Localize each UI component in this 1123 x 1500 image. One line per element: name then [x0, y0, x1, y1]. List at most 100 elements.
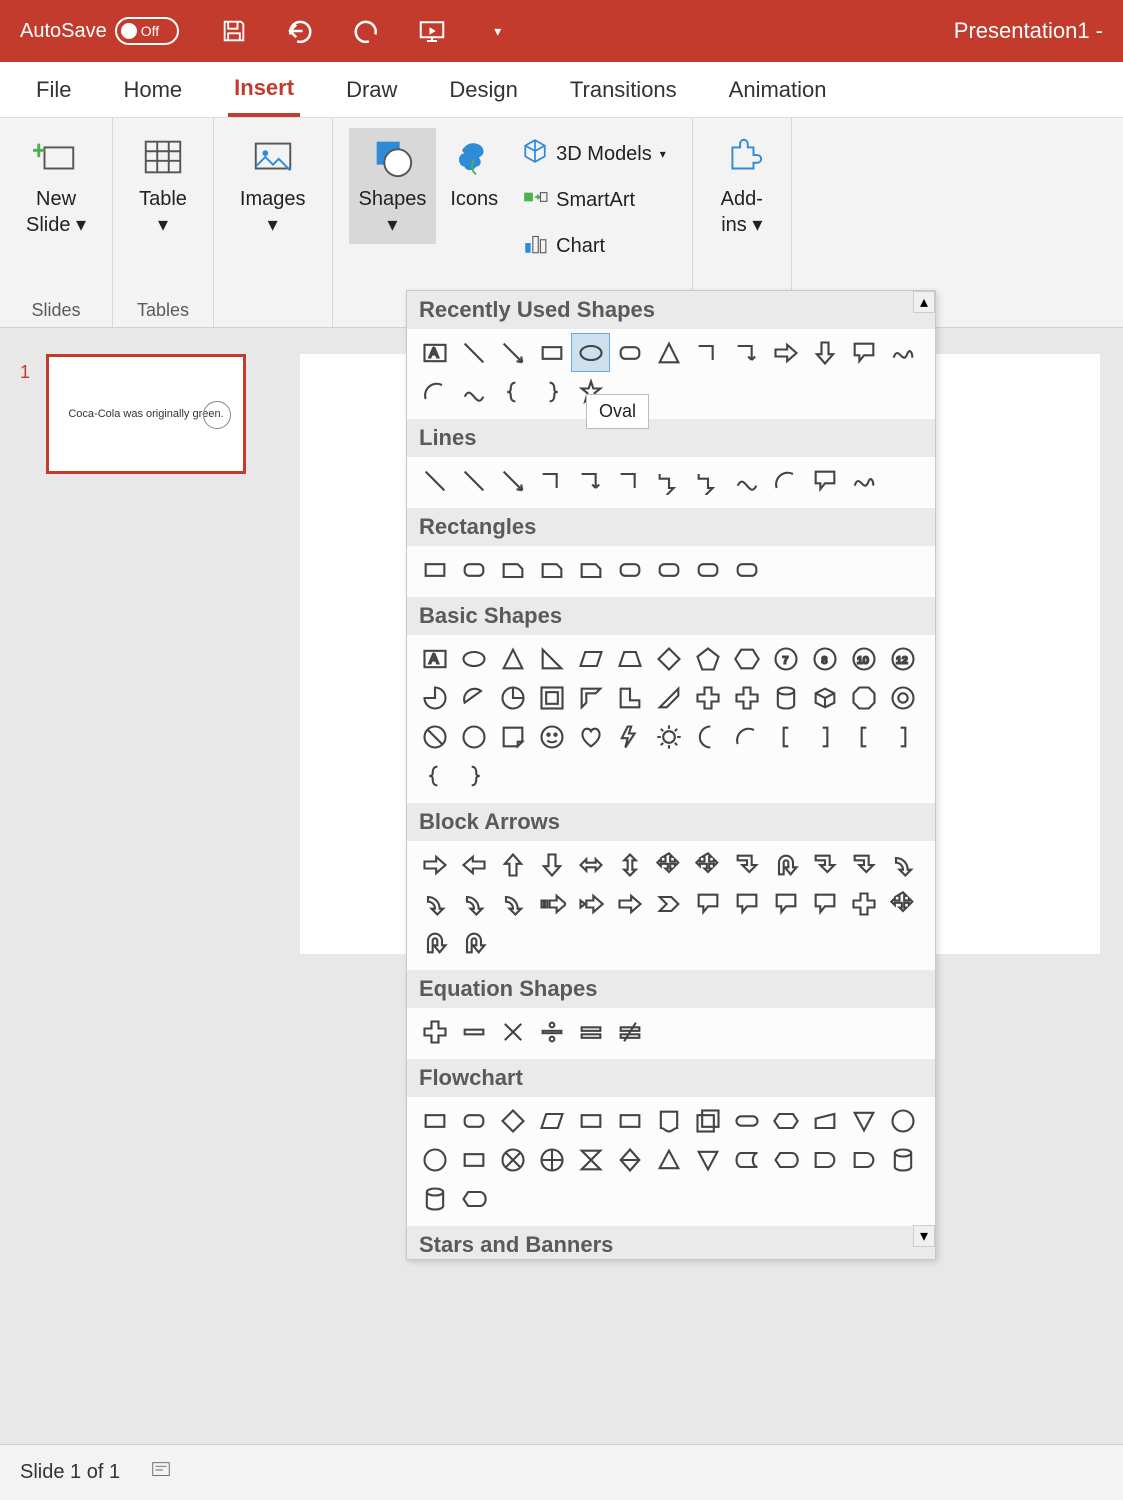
- shape-uarrow[interactable]: [493, 845, 532, 884]
- scroll-down-button[interactable]: ▾: [913, 1225, 935, 1247]
- shape-parallelogram[interactable]: [571, 639, 610, 678]
- shape-rarrow[interactable]: [610, 884, 649, 923]
- shape-heart[interactable]: [571, 717, 610, 756]
- shape-cube[interactable]: [805, 678, 844, 717]
- shape-rarrow[interactable]: [766, 333, 805, 372]
- shape-textbox[interactable]: A: [415, 639, 454, 678]
- shape-arrowline[interactable]: [493, 461, 532, 500]
- shape-halfframe[interactable]: [571, 678, 610, 717]
- shape-can[interactable]: [883, 1140, 922, 1179]
- shape-arrowline[interactable]: [493, 333, 532, 372]
- shape-notched[interactable]: [571, 884, 610, 923]
- shape-can[interactable]: [415, 1179, 454, 1218]
- shape-storeddata[interactable]: [727, 1140, 766, 1179]
- shape-elbow[interactable]: [610, 461, 649, 500]
- more-icon[interactable]: ▾: [483, 16, 513, 46]
- shape-octagon[interactable]: 8: [805, 639, 844, 678]
- shape-lbracket[interactable]: [766, 717, 805, 756]
- shape-bolt[interactable]: [610, 717, 649, 756]
- shape-quad[interactable]: [883, 884, 922, 923]
- tab-insert[interactable]: Insert: [228, 63, 300, 117]
- shape-plus[interactable]: [727, 678, 766, 717]
- shape-pentagon[interactable]: [688, 639, 727, 678]
- shape-equals[interactable]: [571, 1012, 610, 1051]
- thumbnail-row[interactable]: 1 Coca-Cola was originally green.: [20, 354, 280, 474]
- shape-rect[interactable]: [532, 333, 571, 372]
- shape-lbrace[interactable]: [415, 756, 454, 795]
- shape-roundrect[interactable]: [649, 550, 688, 589]
- shape-rect[interactable]: [415, 550, 454, 589]
- shape-curve[interactable]: [454, 372, 493, 411]
- shape-elbowarr[interactable]: [727, 333, 766, 372]
- table-button[interactable]: Table▾: [129, 128, 197, 244]
- shape-curve[interactable]: [727, 461, 766, 500]
- save-icon[interactable]: [219, 16, 249, 46]
- icons-button[interactable]: Icons: [440, 128, 508, 218]
- shape-snip[interactable]: [532, 550, 571, 589]
- shape-rarrow[interactable]: [415, 845, 454, 884]
- smartart-button[interactable]: SmartArt: [512, 180, 676, 220]
- addins-button[interactable]: Add- ins ▾: [709, 128, 775, 244]
- shape-line[interactable]: [454, 333, 493, 372]
- shape-summing[interactable]: [493, 1140, 532, 1179]
- tab-home[interactable]: Home: [117, 65, 188, 115]
- shape-callout[interactable]: [688, 884, 727, 923]
- shape-connector[interactable]: [649, 461, 688, 500]
- shape-callout[interactable]: [805, 884, 844, 923]
- shape-roundrect[interactable]: [454, 550, 493, 589]
- shape-connector[interactable]: [688, 461, 727, 500]
- shape-rbrace[interactable]: [454, 756, 493, 795]
- shape-circle[interactable]: 10: [844, 639, 883, 678]
- shape-circle[interactable]: [415, 1140, 454, 1179]
- shape-larrow[interactable]: [454, 845, 493, 884]
- shape-scribble[interactable]: [883, 333, 922, 372]
- shape-curvedarr[interactable]: [454, 884, 493, 923]
- shape-merge[interactable]: [688, 1140, 727, 1179]
- images-button[interactable]: Images▾: [230, 128, 316, 244]
- scroll-up-button[interactable]: ▴: [913, 291, 935, 313]
- shape-uturn[interactable]: [766, 845, 805, 884]
- shape-bent[interactable]: [727, 845, 766, 884]
- new-slide-button[interactable]: New Slide ▾: [16, 128, 96, 244]
- shape-elbow[interactable]: [532, 461, 571, 500]
- shape-manualinput[interactable]: [805, 1101, 844, 1140]
- shape-uturn[interactable]: [415, 923, 454, 962]
- shape-lrarrow[interactable]: [571, 845, 610, 884]
- shape-quad[interactable]: [688, 845, 727, 884]
- shape-collate[interactable]: [571, 1140, 610, 1179]
- shape-righttri[interactable]: [532, 639, 571, 678]
- shape-callout[interactable]: [727, 884, 766, 923]
- shape-roundrect[interactable]: [454, 1101, 493, 1140]
- shape-elbow[interactable]: [688, 333, 727, 372]
- shape-curvedarr[interactable]: [883, 845, 922, 884]
- shape-plus[interactable]: [415, 1012, 454, 1051]
- shape-callout[interactable]: [766, 884, 805, 923]
- undo-icon[interactable]: [285, 16, 315, 46]
- tab-transitions[interactable]: Transitions: [564, 65, 683, 115]
- tab-file[interactable]: File: [30, 65, 77, 115]
- shape-bent[interactable]: [844, 845, 883, 884]
- shape-curvedarr[interactable]: [415, 884, 454, 923]
- autosave-toggle[interactable]: AutoSave Off: [20, 17, 179, 45]
- shape-arc[interactable]: [766, 461, 805, 500]
- shape-rect[interactable]: [610, 1101, 649, 1140]
- shape-extract[interactable]: [649, 1140, 688, 1179]
- shape-curvedarr[interactable]: [493, 884, 532, 923]
- shape-donut[interactable]: [883, 678, 922, 717]
- shape-smiley[interactable]: [532, 717, 571, 756]
- shape-callout[interactable]: [844, 333, 883, 372]
- shape-diagstripe[interactable]: [649, 678, 688, 717]
- present-icon[interactable]: [417, 16, 447, 46]
- tab-design[interactable]: Design: [443, 65, 523, 115]
- shape-circle[interactable]: [454, 717, 493, 756]
- shape-snip[interactable]: [571, 550, 610, 589]
- shape-times[interactable]: [493, 1012, 532, 1051]
- shape-elbowarr[interactable]: [571, 461, 610, 500]
- shape-triangle[interactable]: [649, 333, 688, 372]
- shape-triangle[interactable]: [493, 639, 532, 678]
- shape-sort[interactable]: [610, 1140, 649, 1179]
- shape-foldedcorner[interactable]: [493, 717, 532, 756]
- shape-parallelogram[interactable]: [532, 1101, 571, 1140]
- shape-rbracket[interactable]: [805, 717, 844, 756]
- shape-roundrect[interactable]: [727, 550, 766, 589]
